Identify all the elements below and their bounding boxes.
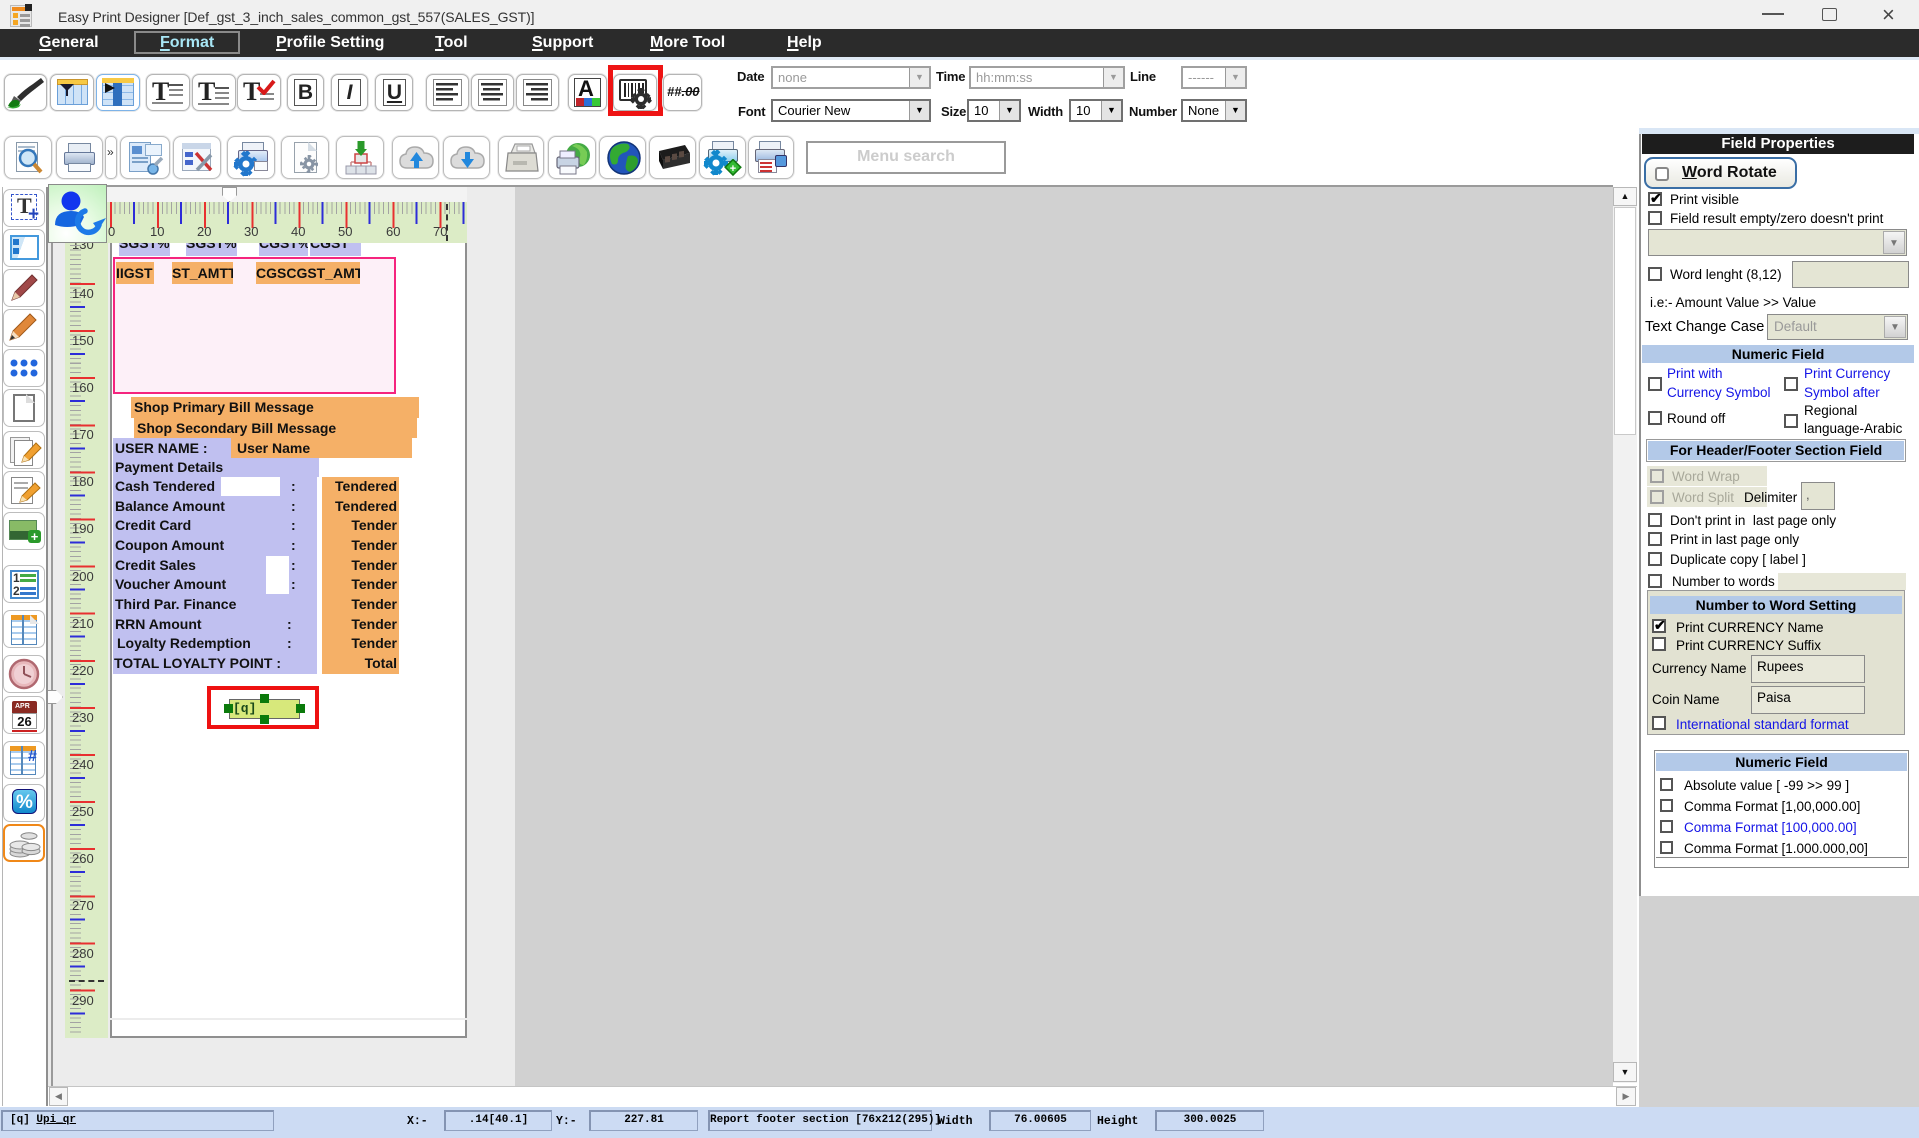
svg-text:+: + [730,163,736,175]
